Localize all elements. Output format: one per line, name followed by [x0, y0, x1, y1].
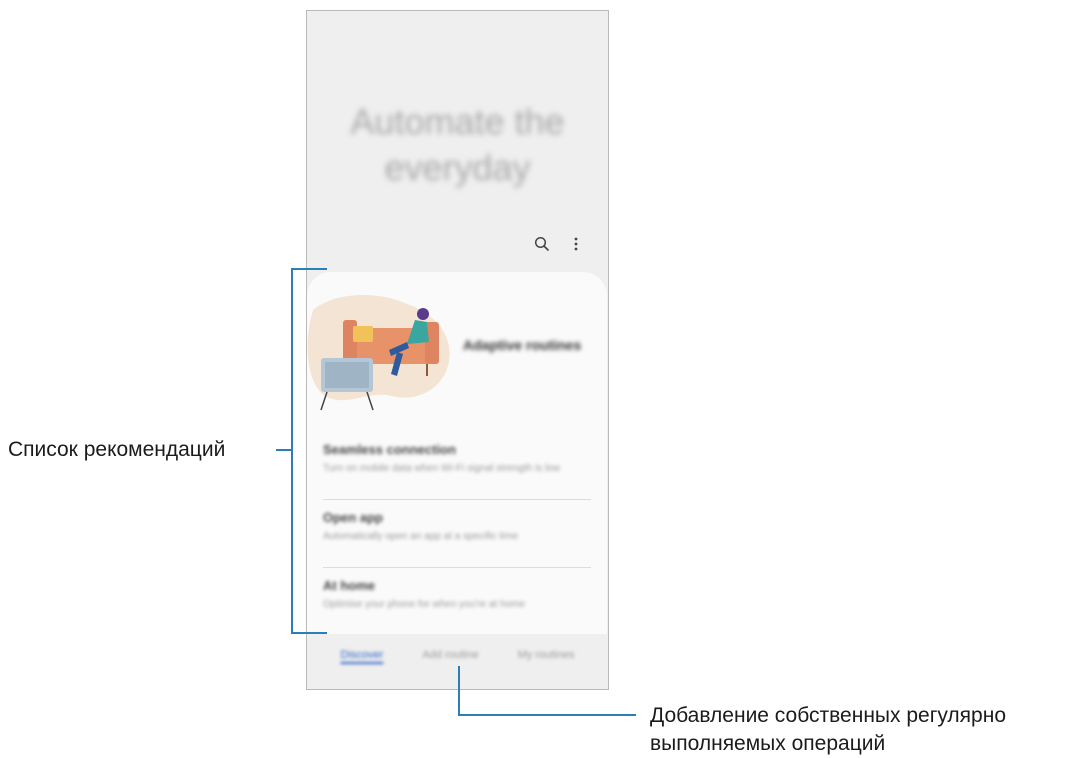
feature-card-title[interactable]: Adaptive routines — [463, 337, 581, 353]
add-routine-callout-line1: Добавление собственных регулярно — [650, 704, 1006, 727]
add-routine-leader-vertical — [458, 666, 460, 716]
tab-add-routine[interactable]: Add routine — [422, 649, 478, 661]
add-routine-leader-horizontal — [458, 714, 636, 716]
top-toolbar — [532, 233, 586, 255]
hero-title: Automate the everyday — [307, 99, 608, 191]
recommendations-bracket-top — [291, 268, 327, 270]
recommendations-callout-label: Список рекомендаций — [8, 438, 226, 461]
list-item-title: Open app — [323, 510, 383, 525]
list-item-description: Turn on mobile data when Wi-Fi signal st… — [323, 463, 560, 474]
recommendations-card: Adaptive routines Seamless connection Tu… — [307, 272, 607, 634]
list-item[interactable]: At home Optimise your phone for when you… — [323, 568, 591, 634]
hero-title-line2: everyday — [384, 147, 531, 188]
tab-discover[interactable]: Discover — [341, 649, 384, 661]
phone-screen: Automate the everyday Adaptive routines … — [306, 10, 609, 690]
list-item-title: Seamless connection — [323, 442, 456, 457]
list-item[interactable]: Open app Automatically open an app at a … — [323, 500, 591, 568]
list-item-description: Optimise your phone for when you're at h… — [323, 599, 526, 610]
list-item[interactable]: Seamless connection Turn on mobile data … — [323, 432, 591, 500]
recommendations-list: Seamless connection Turn on mobile data … — [323, 432, 591, 634]
tab-my-routines[interactable]: My routines — [518, 649, 575, 661]
search-icon[interactable] — [532, 234, 552, 254]
add-routine-callout-line2: выполняемых операций — [650, 732, 886, 755]
hero-title-line1: Automate the — [350, 101, 565, 142]
recommendations-bracket-vertical — [291, 268, 293, 634]
person-on-sofa-illustration — [307, 294, 450, 411]
list-item-description: Automatically open an app at a specific … — [323, 531, 519, 542]
recommendations-bracket-bottom — [291, 632, 327, 634]
bottom-tab-bar: Discover Add routine My routines — [307, 649, 608, 661]
recommendations-leader — [276, 449, 291, 451]
more-vertical-icon[interactable] — [566, 234, 586, 254]
add-routine-callout-label: Добавление собственных регулярно выполня… — [650, 702, 1006, 758]
list-item-title: At home — [323, 578, 375, 593]
